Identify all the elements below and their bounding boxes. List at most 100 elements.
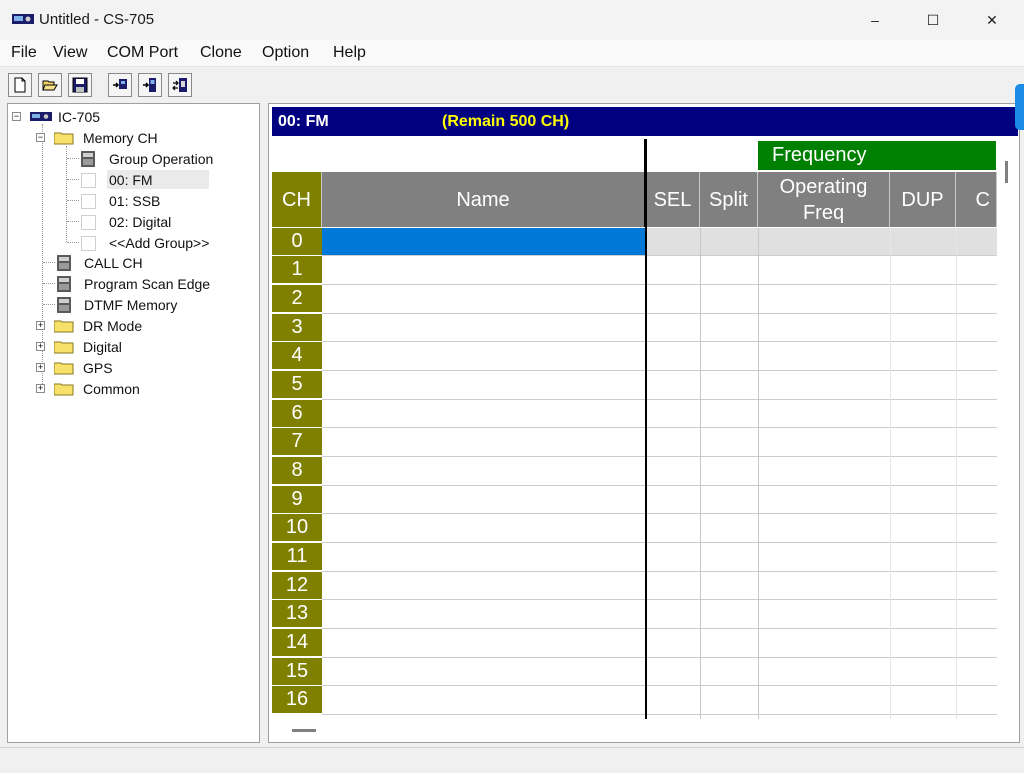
tree-item-label: <<Add Group>> (109, 235, 210, 251)
column-divider (956, 228, 957, 719)
menu-com-port[interactable]: COM Port (107, 44, 178, 62)
tree-item-program-scan-edge[interactable]: Program Scan Edge (54, 275, 244, 294)
tree-item-memory-ch[interactable]: − Memory CH (36, 129, 186, 148)
group-operation-icon (81, 151, 95, 167)
expand-icon[interactable]: + (36, 342, 45, 351)
row-divider (322, 399, 997, 400)
column-header-clipped[interactable]: C (956, 172, 997, 227)
tree-item-group-operation[interactable]: Group Operation (78, 150, 248, 169)
channel-number-cell[interactable]: 13 (272, 600, 322, 627)
channel-number-cell[interactable]: 10 (272, 514, 322, 541)
channel-number-cell[interactable]: 11 (272, 543, 322, 570)
menu-file[interactable]: File (11, 44, 37, 62)
column-header-ch[interactable]: CH (272, 172, 322, 227)
minimize-button[interactable]: – (846, 0, 904, 40)
channel-number-cell[interactable]: 2 (272, 285, 322, 312)
channel-number-cell[interactable]: 8 (272, 457, 322, 484)
toolbar (0, 68, 1024, 100)
save-button[interactable] (68, 73, 92, 97)
group-status-bar: 00: FM (Remain 500 CH) (272, 107, 1018, 136)
expand-icon[interactable]: + (36, 384, 45, 393)
channel-number-cell[interactable]: 1 (272, 256, 322, 283)
menu-view[interactable]: View (53, 44, 87, 62)
tree-item-group-01[interactable]: 01: SSB (78, 192, 208, 211)
menu-help[interactable]: Help (333, 44, 366, 62)
channel-name-cell-selected[interactable] (322, 228, 646, 255)
horizontal-scrollbar[interactable] (272, 720, 999, 740)
channel-number-cell[interactable]: 6 (272, 400, 322, 427)
vertical-scrollbar[interactable] (999, 139, 1019, 719)
channel-number-cell[interactable]: 3 (272, 314, 322, 341)
tree-item-digital[interactable]: + Digital (36, 338, 186, 357)
expand-icon[interactable]: + (36, 321, 45, 330)
menu-clone[interactable]: Clone (200, 44, 242, 62)
channel-number-cell[interactable]: 16 (272, 686, 322, 713)
channel-number-cell[interactable]: 12 (272, 572, 322, 599)
radio-app-icon (12, 14, 34, 24)
transfer-button[interactable] (168, 73, 192, 97)
radio-icon (30, 112, 52, 121)
channel-number-cell[interactable]: 15 (272, 658, 322, 685)
dtmf-memory-icon (57, 297, 71, 313)
tree-item-label: Program Scan Edge (84, 276, 211, 292)
collapse-icon[interactable]: − (12, 112, 21, 121)
channel-number-cell[interactable]: 5 (272, 371, 322, 398)
header-spacer (272, 139, 646, 172)
frequency-group-header: Frequency (758, 141, 996, 170)
tree-item-group-00[interactable]: 00: FM (78, 171, 208, 190)
row-divider (322, 427, 997, 428)
side-panel-tab[interactable] (1015, 84, 1024, 130)
channel-number-cell[interactable]: 14 (272, 629, 322, 656)
tree-item-ic-705[interactable]: − IC-705 (12, 108, 132, 127)
row-divider (322, 599, 997, 600)
column-header-dup[interactable]: DUP (890, 172, 956, 227)
tree-item-group-02[interactable]: 02: Digital (78, 213, 208, 232)
group-icon (81, 215, 96, 230)
tree-item-dtmf-memory[interactable]: DTMF Memory (54, 296, 224, 315)
row-divider (322, 714, 997, 715)
channel-number-cell[interactable]: 7 (272, 428, 322, 455)
scroll-thumb[interactable] (1005, 161, 1008, 183)
new-file-button[interactable] (8, 73, 32, 97)
tree-item-common[interactable]: + Common (36, 380, 186, 399)
column-header-operating-freq[interactable]: Operating Freq (758, 172, 890, 227)
collapse-icon[interactable]: − (36, 133, 45, 142)
group-icon (81, 173, 96, 188)
column-divider (890, 228, 891, 719)
channel-grid: 00: FM (Remain 500 CH) Frequency CH Name… (268, 103, 1020, 743)
open-button[interactable] (38, 73, 62, 97)
tree-item-call-ch[interactable]: CALL CH (54, 254, 204, 273)
channel-number-cell[interactable]: 9 (272, 486, 322, 513)
column-header-name[interactable]: Name (322, 172, 646, 227)
tree-item-dr-mode[interactable]: + DR Mode (36, 317, 186, 336)
folder-icon (54, 383, 74, 396)
open-folder-icon (54, 132, 74, 145)
column-header-split[interactable]: Split (700, 172, 758, 227)
header-line: Operating (779, 175, 868, 198)
save-icon (72, 77, 88, 93)
call-ch-icon (57, 255, 71, 271)
tree-item-label: DR Mode (83, 318, 143, 334)
tree-item-label: Group Operation (109, 151, 214, 167)
channel-number-cell[interactable]: 4 (272, 342, 322, 369)
expand-icon[interactable]: + (36, 363, 45, 372)
tree-item-label: CALL CH (84, 255, 143, 271)
read-from-radio-button[interactable] (108, 73, 132, 97)
row-divider (322, 284, 997, 285)
tree-item-add-group[interactable]: <<Add Group>> (78, 234, 228, 253)
new-file-icon (14, 77, 26, 93)
close-button[interactable]: ✕ (963, 0, 1021, 40)
tree-item-label: Memory CH (83, 130, 158, 146)
maximize-button[interactable]: ☐ (904, 0, 962, 40)
channel-number-cell[interactable]: 0 (272, 228, 322, 255)
group-name-label: 00: FM (278, 113, 329, 130)
column-header-sel[interactable]: SEL (646, 172, 700, 227)
window-title: Untitled - CS-705 (39, 11, 155, 28)
tree-item-label: GPS (83, 360, 113, 376)
write-to-radio-button[interactable] (138, 73, 162, 97)
folder-icon (54, 320, 74, 333)
row-divider (322, 341, 997, 342)
scroll-thumb[interactable] (292, 729, 316, 732)
menu-option[interactable]: Option (262, 44, 309, 62)
tree-item-gps[interactable]: + GPS (36, 359, 186, 378)
